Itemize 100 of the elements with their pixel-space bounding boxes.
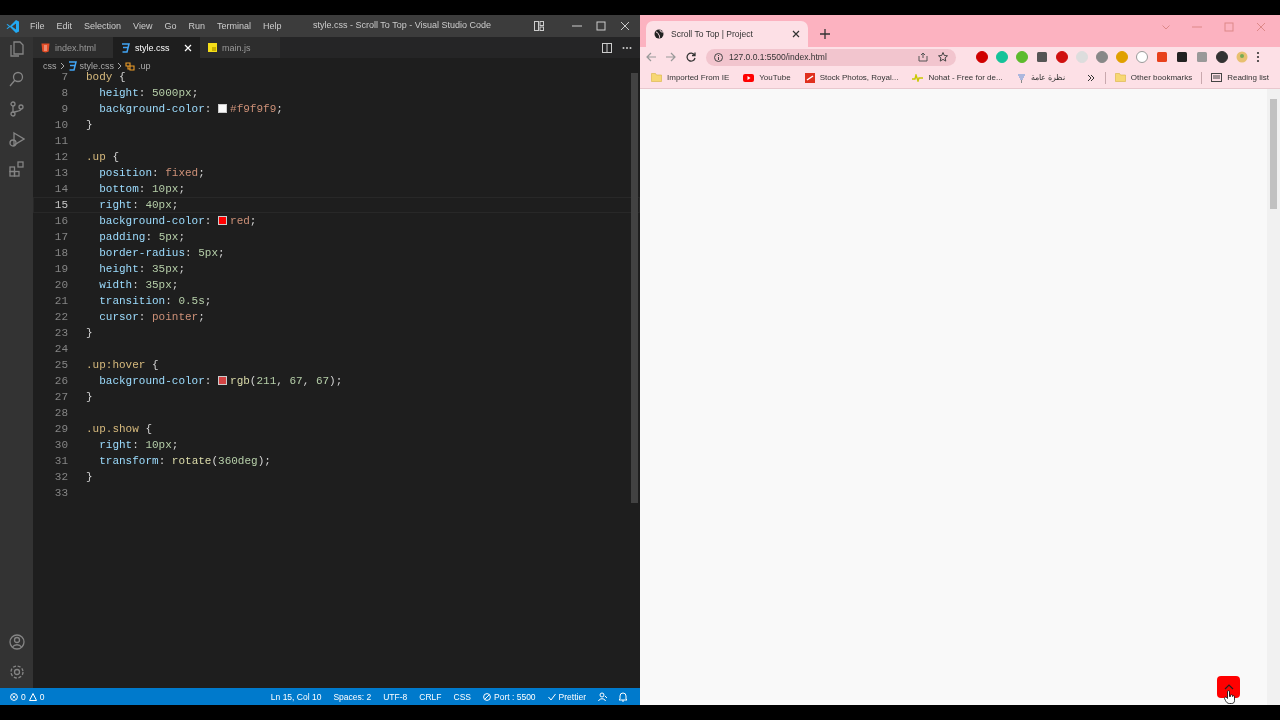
chevron-icon	[117, 61, 122, 70]
bookmark[interactable]: Nohat - Free for de...	[907, 73, 1008, 82]
line-number: 22	[53, 310, 69, 325]
code-text: padding: 5px;	[98, 230, 186, 245]
bookmark-star-icon[interactable]	[938, 52, 948, 62]
wave-icon	[912, 73, 924, 82]
search-icon[interactable]	[8, 71, 25, 87]
account-icon[interactable]	[8, 634, 25, 650]
line-number: 25	[53, 358, 69, 373]
editor-tab[interactable]: style.css	[113, 37, 200, 58]
line-number: 11	[53, 134, 69, 149]
status-item[interactable]: Prettier	[543, 691, 590, 702]
code-text: right: 10px;	[98, 438, 179, 453]
globe-icon	[654, 29, 664, 39]
line-number: 23	[53, 326, 69, 341]
back-icon[interactable]	[646, 52, 656, 62]
split-editor-icon[interactable]	[602, 42, 612, 53]
menu-item[interactable]: Run	[182, 21, 211, 31]
code-text: body {	[86, 71, 126, 85]
editor-tab[interactable]: index.html	[33, 37, 113, 58]
error-icon	[10, 692, 18, 701]
address-bar[interactable]: 127.0.0.1:5500/index.html	[706, 48, 956, 66]
reload-icon[interactable]	[686, 52, 696, 62]
menu-icon[interactable]	[1256, 51, 1260, 63]
problems-indicator[interactable]: 0 0	[6, 691, 49, 702]
line-number: 28	[53, 406, 69, 421]
line-number: 30	[53, 438, 69, 453]
line-number: 14	[53, 182, 69, 197]
maximize-icon[interactable]	[596, 21, 606, 31]
vscode-logo-icon	[6, 19, 20, 33]
layout-icon[interactable]	[534, 21, 544, 31]
menu-item[interactable]: Go	[158, 21, 183, 31]
code-text: right: 40px;	[98, 198, 179, 213]
bookmark[interactable]: Stock Photos, Royal...	[799, 72, 904, 83]
status-item[interactable]: Ln 15, Col 10	[266, 691, 326, 702]
stock-photo-icon	[804, 72, 815, 83]
feedback-icon[interactable]	[598, 691, 608, 702]
css-file-icon	[121, 42, 130, 53]
line-number: 7	[60, 70, 69, 85]
source-control-icon[interactable]	[8, 101, 25, 117]
extensions-icon[interactable]	[8, 161, 25, 177]
bookmark[interactable]: Other bookmarks	[1109, 73, 1198, 82]
status-item[interactable]: Port : 5500	[479, 691, 540, 702]
run-debug-icon[interactable]	[8, 131, 25, 147]
code-text: red;	[230, 214, 257, 229]
extension-icon[interactable]	[1216, 51, 1228, 63]
editor-tab[interactable]: main.js	[200, 37, 280, 58]
bookmark[interactable]: Reading list	[1206, 73, 1274, 82]
code-text: height: 5000px;	[98, 86, 199, 101]
share-icon[interactable]	[918, 52, 928, 62]
status-item[interactable]: CSS	[449, 691, 475, 702]
status-item[interactable]: Spaces: 2	[329, 691, 376, 702]
browser-tab[interactable]: Scroll To Top | Project	[646, 21, 808, 47]
code-text: #f9f9f9;	[230, 102, 283, 117]
code-text: border-radius: 5px;	[98, 246, 225, 261]
menu-item[interactable]: View	[127, 21, 159, 31]
close-icon[interactable]	[792, 30, 800, 38]
more-bookmarks-icon[interactable]	[1086, 73, 1095, 82]
menu-item[interactable]: Help	[256, 21, 288, 31]
menu-item[interactable]: Edit	[50, 21, 79, 31]
code-text: .up.show {	[86, 422, 152, 437]
rule-icon	[125, 60, 135, 71]
check-icon	[547, 692, 556, 701]
line-number: 33	[53, 486, 69, 501]
bookmark[interactable]: نظرة عامة	[1011, 72, 1070, 83]
explorer-icon[interactable]	[8, 41, 25, 57]
settings-icon[interactable]	[8, 664, 25, 680]
scrollbar[interactable]	[1267, 89, 1280, 705]
code-text: background-color:	[98, 102, 213, 117]
breadcrumb-item[interactable]: style.css	[79, 60, 114, 71]
folder-icon	[651, 73, 662, 82]
menu-item[interactable]: Selection	[78, 21, 128, 31]
line-number: 8	[60, 86, 69, 101]
bookmark[interactable]: YouTube	[738, 73, 796, 82]
breadcrumb-item[interactable]: css	[43, 60, 57, 71]
menu-item[interactable]: Terminal	[210, 21, 257, 31]
line-number: 29	[53, 422, 69, 437]
new-tab-icon[interactable]	[820, 29, 830, 39]
line-number: 27	[53, 390, 69, 405]
bookmark[interactable]: Imported From IE	[646, 73, 735, 82]
menu-item[interactable]: File	[24, 21, 51, 31]
code-text: }	[86, 118, 93, 133]
line-number: 15	[53, 198, 69, 213]
status-item[interactable]: UTF-8	[379, 691, 412, 702]
extension-icon[interactable]	[1176, 51, 1188, 63]
forward-icon[interactable]	[666, 52, 676, 62]
breadcrumb-item[interactable]: .up	[138, 60, 151, 71]
scrollbar[interactable]	[631, 73, 638, 503]
notifications-icon[interactable]	[618, 691, 628, 702]
code-text: rgb(211, 67, 67);	[230, 374, 343, 389]
line-number: 9	[60, 102, 69, 117]
code-text: .up:hover {	[86, 358, 159, 373]
status-item[interactable]: CRLF	[415, 691, 446, 702]
extension-icon[interactable]	[1036, 51, 1048, 63]
info-icon	[714, 52, 723, 62]
more-actions-icon[interactable]	[622, 45, 632, 50]
scroll-to-top-button[interactable]	[1217, 676, 1240, 698]
line-number: 20	[53, 278, 69, 293]
profile-avatar-icon[interactable]	[1236, 51, 1248, 63]
line-number: 17	[53, 230, 69, 245]
